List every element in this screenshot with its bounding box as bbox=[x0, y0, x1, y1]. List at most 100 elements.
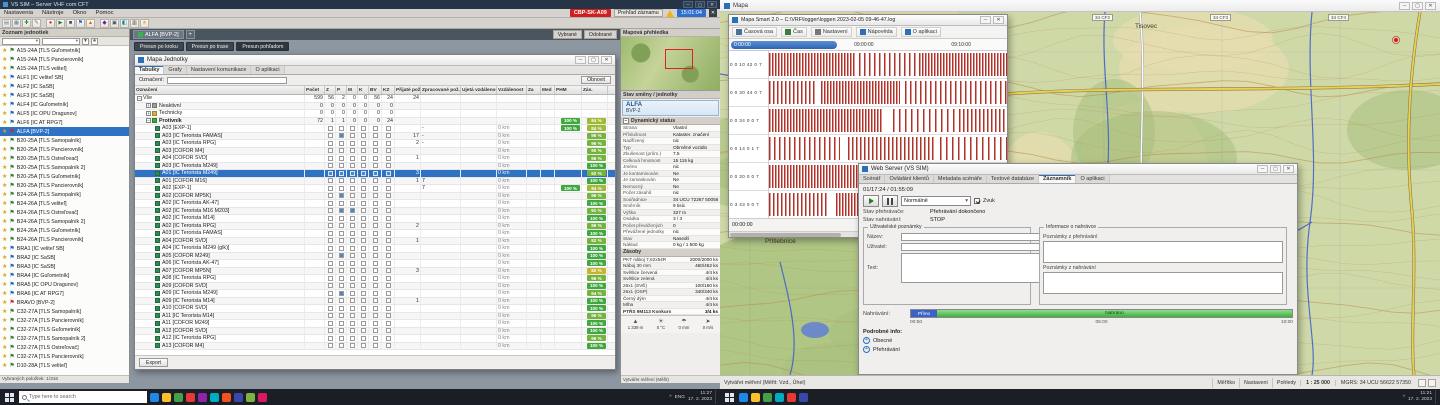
collapse-icon[interactable]: − bbox=[623, 118, 629, 124]
row-checkbox[interactable] bbox=[373, 186, 378, 191]
table-unit-row[interactable]: A09 [IC Terorista M249]0 km94 % bbox=[135, 290, 615, 298]
table-unit-row[interactable]: A01 [COFOR M16]170 km100 % bbox=[135, 178, 615, 186]
sidebar-unit-alf6[interactable]: ★⚑ALF6 [IC AT RPG7] bbox=[0, 118, 129, 127]
close-button[interactable]: ✕ bbox=[707, 1, 717, 8]
row-checkbox[interactable] bbox=[350, 208, 355, 213]
logger-tool-časová-osa[interactable]: Časová osa bbox=[732, 27, 777, 37]
row-checkbox[interactable] bbox=[386, 171, 391, 176]
ws-tab-scénář[interactable]: Scénář bbox=[859, 175, 885, 183]
sidebar-unit-bra2[interactable]: ★⚑BRA2 [IC SaSB] bbox=[0, 253, 129, 262]
row-checkbox[interactable] bbox=[350, 133, 355, 138]
row-checkbox[interactable] bbox=[328, 246, 333, 251]
row-checkbox[interactable] bbox=[373, 283, 378, 288]
sidebar-unit-b20-25a[interactable]: ★⚑B20-25A [TLS Pancierovník] bbox=[0, 181, 129, 190]
row-checkbox[interactable] bbox=[361, 163, 366, 168]
table-unit-row[interactable]: A13 [COFOR M4]0 km100 % bbox=[135, 343, 615, 351]
row-checkbox[interactable] bbox=[328, 163, 333, 168]
sound-checkbox[interactable] bbox=[974, 198, 980, 204]
row-checkbox[interactable] bbox=[328, 343, 333, 348]
row-checkbox[interactable] bbox=[350, 313, 355, 318]
statusbar-tool-icon[interactable] bbox=[1418, 379, 1426, 387]
row-checkbox[interactable] bbox=[373, 276, 378, 281]
table-unit-row[interactable]: A10 [COFOR SVD]0 km100 % bbox=[135, 305, 615, 313]
row-checkbox[interactable] bbox=[373, 133, 378, 138]
taskbar-app-icon-1[interactable] bbox=[162, 393, 171, 402]
row-checkbox[interactable] bbox=[350, 148, 355, 153]
row-checkbox[interactable] bbox=[350, 306, 355, 311]
logger-tool-nastavení[interactable]: Nastavení bbox=[811, 27, 852, 37]
table-unit-row[interactable]: A11 [COFOR M249]0 km100 % bbox=[135, 320, 615, 328]
ws-tab-ovládání-klientů[interactable]: Ovládání klientů bbox=[885, 175, 933, 183]
info-listbox-1[interactable] bbox=[1043, 272, 1283, 294]
row-checkbox[interactable] bbox=[350, 253, 355, 258]
tab-tabulky[interactable]: Tabulky bbox=[135, 66, 164, 74]
row-checkbox[interactable] bbox=[328, 171, 333, 176]
row-checkbox[interactable] bbox=[328, 306, 333, 311]
pause-button[interactable] bbox=[882, 195, 898, 207]
row-checkbox[interactable] bbox=[328, 313, 333, 318]
row-checkbox[interactable] bbox=[339, 238, 344, 243]
row-checkbox[interactable] bbox=[350, 126, 355, 131]
row-checkbox[interactable] bbox=[373, 253, 378, 258]
logger-row-timeline[interactable] bbox=[769, 135, 1007, 162]
row-checkbox[interactable] bbox=[361, 328, 366, 333]
move-button-1[interactable]: Presun po trase bbox=[186, 42, 235, 51]
close-button[interactable]: ✕ bbox=[1283, 165, 1294, 173]
row-checkbox[interactable] bbox=[361, 306, 366, 311]
export-button[interactable]: Export bbox=[139, 358, 168, 367]
detail-expander-obecné[interactable]: +Obecné bbox=[863, 336, 1293, 345]
row-checkbox[interactable] bbox=[373, 306, 378, 311]
row-checkbox[interactable] bbox=[361, 283, 366, 288]
sidebar-unit-bra6[interactable]: ★⚑BRA6 [IC AT RPG7] bbox=[0, 289, 129, 298]
close-button[interactable]: ✕ bbox=[993, 16, 1004, 24]
row-checkbox[interactable] bbox=[339, 148, 344, 153]
windows-start-button[interactable] bbox=[5, 393, 14, 402]
row-checkbox[interactable] bbox=[373, 156, 378, 161]
table-unit-row[interactable]: A09 [IC Terorista M14]10 km100 % bbox=[135, 298, 615, 306]
tab-o-aplikaci[interactable]: O aplikaci bbox=[251, 66, 284, 74]
record-overview-button[interactable]: Prehľad záznamu bbox=[614, 9, 663, 17]
row-checkbox[interactable] bbox=[386, 246, 391, 251]
table-group-neaktivní[interactable]: +Neaktivní0000000 bbox=[135, 103, 615, 111]
taskbar-search[interactable]: Type here to search bbox=[19, 391, 147, 403]
column-header-11[interactable]: Vzdálenost bbox=[497, 86, 527, 94]
sidebar-unit-alf5[interactable]: ★⚑ALF5 [IC OPU Dragunov] bbox=[0, 109, 129, 118]
row-checkbox[interactable] bbox=[339, 246, 344, 251]
recording-progress-bar[interactable]: Přímo Nahráno bbox=[910, 309, 1293, 318]
filter-combo-2[interactable]: ▾ bbox=[42, 38, 80, 45]
tray-clock[interactable]: 11:27 17. 2. 2023 bbox=[688, 391, 712, 402]
row-checkbox[interactable] bbox=[339, 141, 344, 146]
add-tab-button[interactable]: + bbox=[186, 30, 195, 39]
row-checkbox[interactable] bbox=[373, 261, 378, 266]
sidebar-unit-bra1[interactable]: ★⚑BRA1 [IC veliteľ SB] bbox=[0, 244, 129, 253]
row-checkbox[interactable] bbox=[361, 291, 366, 296]
filter-combo-1[interactable]: ▾ bbox=[2, 38, 40, 45]
collapse-icon[interactable]: − bbox=[146, 118, 151, 123]
row-checkbox[interactable] bbox=[373, 321, 378, 326]
row-checkbox[interactable] bbox=[386, 178, 391, 183]
toolbar-icon-10[interactable]: ▣ bbox=[110, 19, 119, 28]
sidebar-unit-b24-26a[interactable]: ★⚑B24-26A [TLS Pancierovník] bbox=[0, 235, 129, 244]
row-checkbox[interactable] bbox=[386, 193, 391, 198]
statusbar-button-měřítko[interactable]: Měřítko bbox=[1212, 378, 1239, 388]
row-checkbox[interactable] bbox=[328, 291, 333, 296]
taskbar-app-icon-0[interactable] bbox=[739, 393, 748, 402]
column-header-9[interactable]: Zpracované pož. bbox=[421, 86, 461, 94]
column-header-2[interactable]: Z bbox=[325, 86, 336, 94]
row-checkbox[interactable] bbox=[350, 328, 355, 333]
sidebar-unit-c32-27a[interactable]: ★⚑C32-27A [TLS Ostreľovač] bbox=[0, 343, 129, 352]
row-checkbox[interactable] bbox=[361, 253, 366, 258]
sidebar-unit-a15-24a[interactable]: ★⚑A15-24A [TLS Pancierovník] bbox=[0, 55, 129, 64]
table-unit-row[interactable]: A02 [IC Terorista AK-47]0 km100 % bbox=[135, 200, 615, 208]
designation-search-input[interactable] bbox=[167, 77, 287, 84]
row-checkbox[interactable] bbox=[361, 156, 366, 161]
toolbar-icon-7[interactable]: ⚑ bbox=[76, 19, 85, 28]
sidebar-unit-alfa[interactable]: ★⚑ALFA [BVP-2] bbox=[0, 127, 129, 136]
move-button-0[interactable]: Presun po kroku bbox=[134, 42, 184, 51]
column-header-14[interactable]: PHM bbox=[555, 86, 582, 94]
row-checkbox[interactable] bbox=[350, 343, 355, 348]
map-overview-thumbnail[interactable] bbox=[621, 37, 720, 91]
clock-close-icon[interactable]: ✕ bbox=[709, 9, 717, 17]
row-checkbox[interactable] bbox=[328, 276, 333, 281]
row-checkbox[interactable] bbox=[361, 238, 366, 243]
